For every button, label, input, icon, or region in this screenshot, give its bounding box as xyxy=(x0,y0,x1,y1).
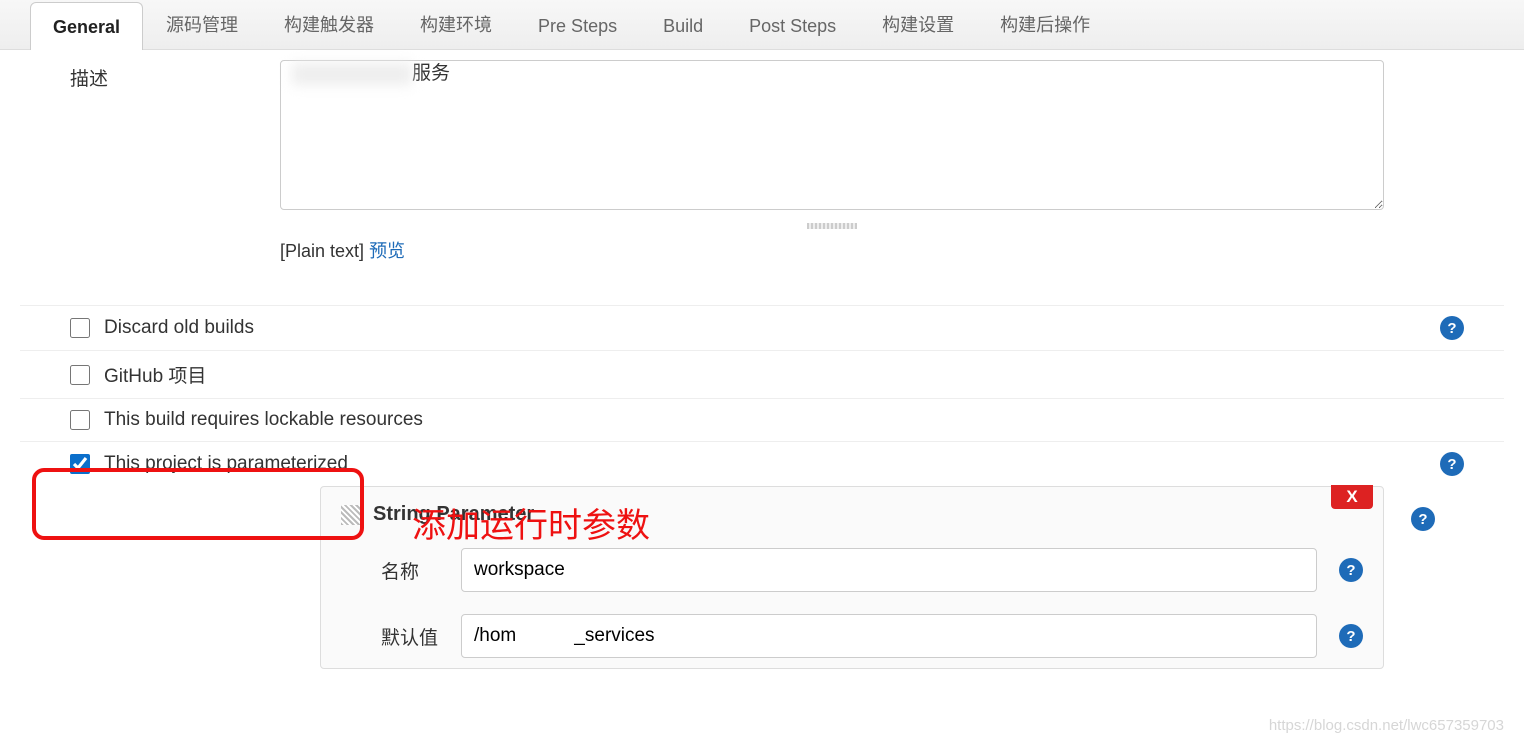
tab-post-steps[interactable]: Post Steps xyxy=(726,1,859,49)
description-label: 描述 xyxy=(20,60,280,91)
tab-scm[interactable]: 源码管理 xyxy=(143,0,261,49)
tab-settings[interactable]: 构建设置 xyxy=(859,0,977,49)
watermark: https://blog.csdn.net/lwc657359703 xyxy=(1269,717,1504,734)
tab-env[interactable]: 构建环境 xyxy=(397,0,515,49)
delete-parameter-button[interactable]: X xyxy=(1331,485,1373,509)
tab-general[interactable]: General xyxy=(30,2,143,50)
string-parameter-panel: X String Parameter ? 名称 ? 默认值 ? xyxy=(320,486,1384,669)
param-name-label: 名称 xyxy=(341,557,461,584)
tab-postbuild[interactable]: 构建后操作 xyxy=(977,0,1113,49)
help-icon[interactable]: ? xyxy=(1411,507,1435,531)
resize-handle-icon[interactable] xyxy=(807,223,857,229)
checkbox-discard-old-builds[interactable] xyxy=(70,318,90,338)
help-icon[interactable]: ? xyxy=(1339,558,1363,582)
plain-text-indicator: [Plain text] xyxy=(280,241,364,261)
drag-handle-icon[interactable] xyxy=(341,505,361,525)
tab-pre-steps[interactable]: Pre Steps xyxy=(515,1,640,49)
option-parameterized: This project is parameterized ? xyxy=(20,441,1504,486)
option-github-project: GitHub 项目 xyxy=(20,350,1504,398)
label-github-project[interactable]: GitHub 项目 xyxy=(104,361,1504,388)
description-value: xxxxxxxx服务 xyxy=(292,58,450,85)
param-name-input[interactable] xyxy=(461,548,1317,592)
label-parameterized[interactable]: This project is parameterized xyxy=(104,453,1440,475)
option-discard-old-builds: Discard old builds ? xyxy=(20,305,1504,350)
help-icon[interactable]: ? xyxy=(1339,624,1363,648)
param-default-label: 默认值 xyxy=(341,623,461,650)
option-lockable-resources: This build requires lockable resources xyxy=(20,398,1504,441)
label-lockable-resources[interactable]: This build requires lockable resources xyxy=(104,409,1504,431)
checkbox-lockable-resources[interactable] xyxy=(70,410,90,430)
parameter-title: String Parameter xyxy=(373,503,534,526)
checkbox-parameterized[interactable] xyxy=(70,454,90,474)
help-icon[interactable]: ? xyxy=(1440,452,1464,476)
preview-link[interactable]: 预览 xyxy=(369,241,405,261)
help-icon[interactable]: ? xyxy=(1440,316,1464,340)
param-default-input[interactable] xyxy=(461,614,1317,658)
checkbox-github-project[interactable] xyxy=(70,365,90,385)
label-discard-old-builds[interactable]: Discard old builds xyxy=(104,317,1440,339)
tab-build[interactable]: Build xyxy=(640,1,726,49)
config-tabs: General 源码管理 构建触发器 构建环境 Pre Steps Build … xyxy=(0,0,1524,50)
tab-triggers[interactable]: 构建触发器 xyxy=(261,0,397,49)
